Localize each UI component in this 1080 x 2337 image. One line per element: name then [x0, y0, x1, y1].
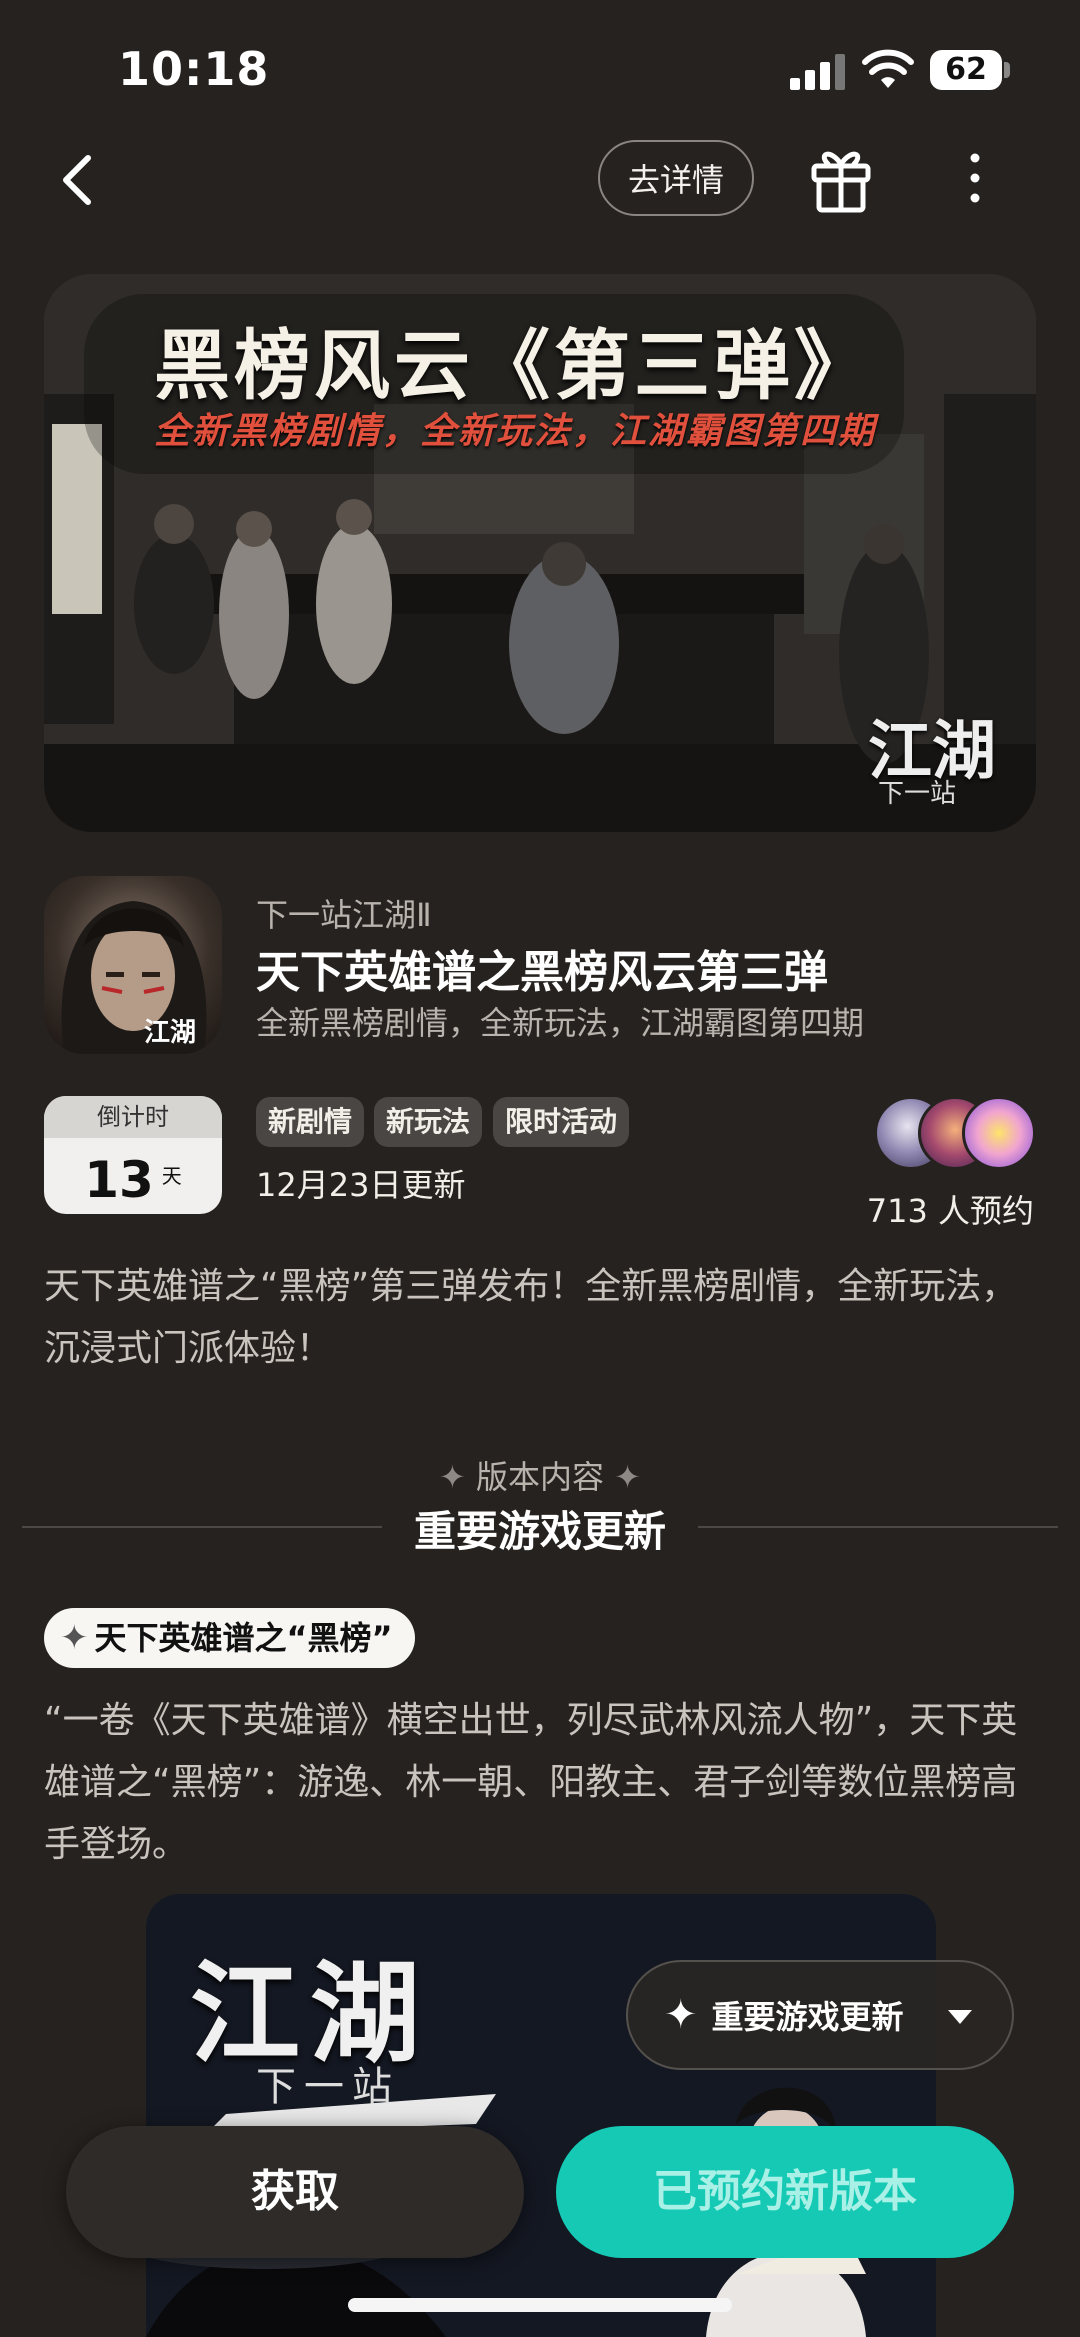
- countdown-card: 倒计时 13 天: [44, 1096, 222, 1214]
- avatar: [962, 1096, 1036, 1170]
- svg-text:江湖: 江湖: [144, 1018, 196, 1048]
- more-options-icon[interactable]: [960, 148, 990, 208]
- update-date: 12月23日更新: [256, 1166, 466, 1204]
- app-icon-character-portrait: 江湖: [61, 901, 207, 1054]
- event-banner[interactable]: 黑榜风云《第三弹》 全新黑榜剧情，全新玩法，江湖霸图第四期 江湖 下一站: [44, 274, 1036, 832]
- topic-pill-label: 天下英雄谱之“黑榜”: [94, 1619, 393, 1657]
- battery-icon: 62: [930, 50, 1002, 90]
- tag-new-story: 新剧情: [256, 1097, 365, 1147]
- section-title: 重要游戏更新: [413, 1507, 666, 1556]
- tag-limited-event: 限时活动: [493, 1097, 630, 1147]
- home-indicator[interactable]: [348, 2298, 732, 2312]
- reserved-new-version-button[interactable]: 已预约新版本: [556, 2126, 1014, 2258]
- status-bar: 10:18 62: [0, 0, 1080, 130]
- event-title: 天下英雄谱之黑榜风云第三弹: [256, 947, 828, 998]
- sparkle-icon: ✦: [439, 1458, 466, 1496]
- go-detail-button[interactable]: 去详情: [598, 140, 754, 216]
- banner-game-logo-sub: 下一站: [877, 779, 956, 809]
- topic-pill: ✦ 天下英雄谱之“黑榜”: [44, 1608, 415, 1668]
- battery-tip: [1004, 62, 1010, 78]
- banner-title: 黑榜风云《第三弹》: [154, 321, 874, 410]
- countdown-label: 倒计时: [44, 1096, 222, 1138]
- topic-description: “一卷《天下英雄谱》横空出世，列尽武林风流人物”，天下英雄谱之“黑榜”：游逸、林…: [44, 1700, 1018, 1865]
- banner-subtitle: 全新黑榜剧情，全新玩法，江湖霸图第四期: [154, 410, 877, 452]
- app-name[interactable]: 下一站江湖Ⅱ: [256, 890, 432, 936]
- back-arrow-icon[interactable]: [52, 140, 112, 220]
- reserver-avatars: [874, 1096, 1038, 1170]
- content-game-logo-sub: 下一站: [256, 2064, 400, 2110]
- sparkle-icon: ✦: [614, 1458, 641, 1496]
- gift-icon[interactable]: [808, 144, 874, 214]
- reservation-count: 713 人预约: [866, 1192, 1034, 1230]
- battery-level: 62: [945, 52, 987, 87]
- countdown-value: 13: [84, 1151, 154, 1209]
- cellular-signal-icon: [790, 52, 846, 90]
- event-description: 全新黑榜剧情，全新玩法，江湖霸图第四期: [256, 1004, 865, 1042]
- section-jump-dropdown[interactable]: ✦ 重要游戏更新: [626, 1960, 1014, 2070]
- wifi-icon: [862, 49, 914, 88]
- sparkle-icon: ✦: [664, 1992, 698, 2038]
- app-icon[interactable]: 江湖: [44, 876, 222, 1054]
- section-label-text: 版本内容: [475, 1458, 604, 1496]
- caret-down-icon: [948, 2010, 972, 2024]
- status-time: 10:18: [118, 42, 270, 96]
- sparkle-icon: ✦: [60, 1618, 89, 1658]
- event-intro: 天下英雄谱之“黑榜”第三弹发布！全新黑榜剧情，全新玩法，沉浸式门派体验！: [44, 1266, 1018, 1369]
- get-button[interactable]: 获取: [66, 2126, 524, 2258]
- countdown-unit: 天: [161, 1164, 182, 1188]
- tag-new-gameplay: 新玩法: [374, 1097, 483, 1147]
- section-label: ✦ 版本内容 ✦: [0, 1452, 1080, 1498]
- section-jump-label: 重要游戏更新: [711, 1998, 904, 2036]
